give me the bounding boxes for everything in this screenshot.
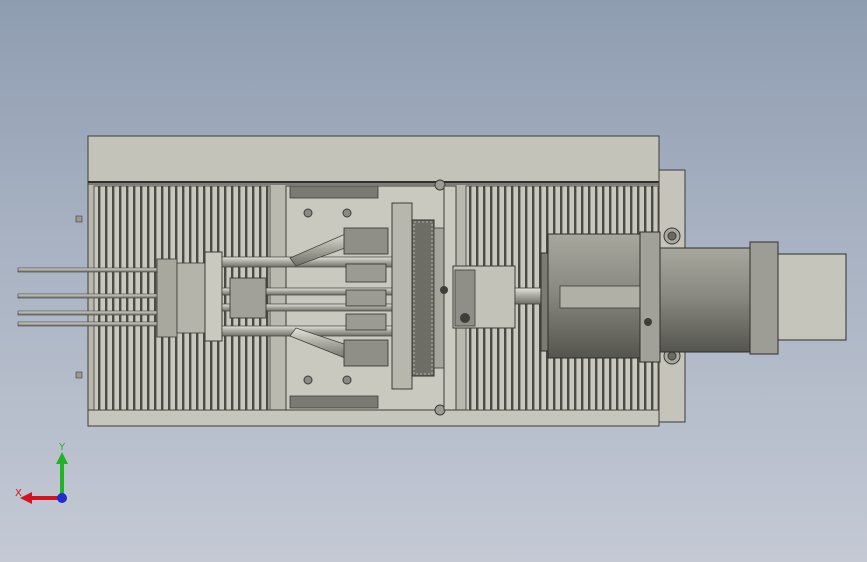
cad-model[interactable] (0, 0, 867, 562)
axis-triad (10, 440, 80, 510)
graphics-viewport[interactable]: X Y (0, 0, 867, 562)
rod-clamps[interactable] (156, 251, 223, 342)
gear-assembly[interactable] (391, 185, 457, 411)
x-axis-label: X (15, 488, 22, 499)
y-axis-label: Y (59, 442, 66, 453)
servo-motor[interactable] (540, 231, 847, 363)
